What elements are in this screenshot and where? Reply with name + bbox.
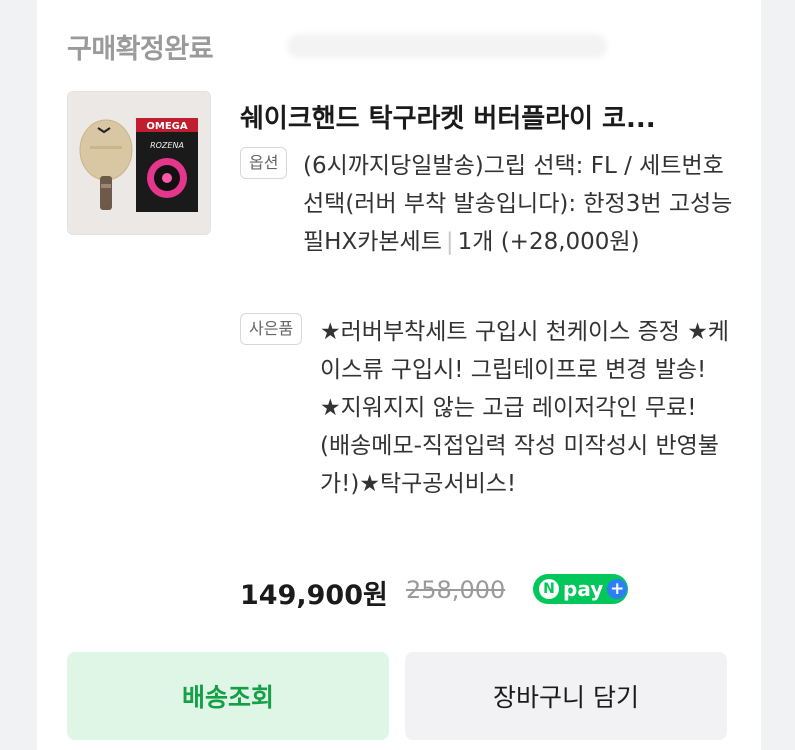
blurred-date	[287, 34, 607, 58]
box-brand-text: OMEGA	[146, 121, 187, 132]
option-description: (6시까지당일발송)그립 선택: FL / 세트번호 선택(러버 부착 발송입니…	[303, 147, 733, 261]
npay-plus-icon: +	[607, 579, 628, 599]
add-to-cart-button[interactable]: 장바구니 담기	[405, 652, 727, 740]
product-title[interactable]: 쉐이크핸드 탁구라켓 버터플라이 코...	[240, 98, 720, 135]
sale-price: 149,900원	[240, 580, 388, 611]
order-card: 구매확정완료 OMEGA ROZENA 쉐이크핸드 탁구라켓 버터플라이 코..…	[37, 0, 761, 750]
option-tag: 옵션	[240, 147, 288, 179]
racket-and-rubber-image: OMEGA ROZENA	[68, 92, 210, 234]
npay-badge: N pay +	[533, 574, 628, 604]
box-model-text: ROZENA	[150, 141, 184, 150]
product-thumbnail[interactable]: OMEGA ROZENA	[67, 91, 211, 235]
gift-tag: 사은품	[240, 313, 303, 345]
option-quantity: 1개 (+28,000원)	[457, 229, 640, 255]
npay-label: pay	[563, 577, 604, 601]
original-price: 258,000	[406, 576, 506, 604]
track-delivery-button[interactable]: 배송조회	[67, 652, 389, 740]
gift-description: ★러버부착세트 구입시 천케이스 증정 ★케이스류 구입시! 그립테이프로 변경…	[320, 319, 730, 497]
option-separator: |	[445, 229, 454, 255]
order-status: 구매확정완료	[67, 34, 214, 65]
npay-n-icon: N	[539, 579, 559, 599]
